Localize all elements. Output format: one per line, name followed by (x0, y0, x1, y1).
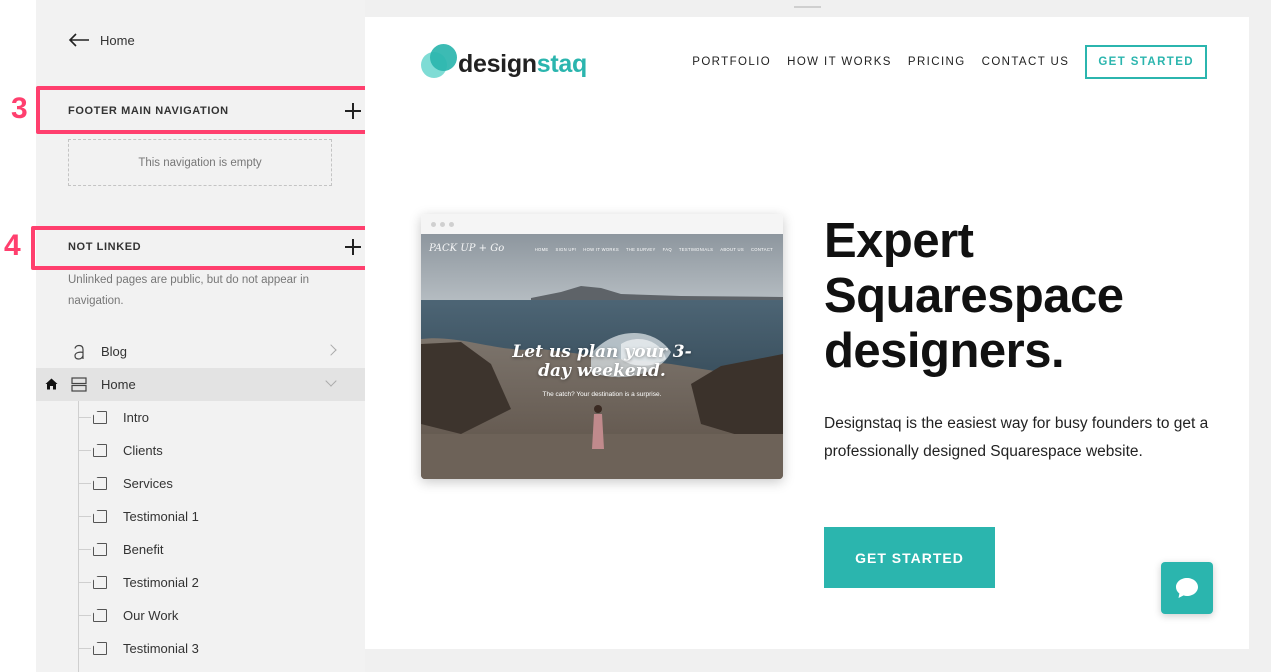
preview-drag-handle[interactable] (794, 6, 821, 8)
page-icon (93, 444, 107, 457)
chevron-right-icon (325, 344, 337, 356)
tree-branch (79, 615, 91, 616)
subpage-item[interactable]: Testimonial 2 (36, 566, 365, 599)
arrow-left-icon (68, 33, 89, 47)
nav-link-pricing[interactable]: PRICING (908, 56, 966, 68)
page-item-blog[interactable]: Blog (36, 335, 365, 368)
hero-description: Designstaq is the easiest way for busy f… (824, 415, 1209, 460)
tree-branch (79, 417, 91, 418)
chat-bubble-icon (1176, 578, 1198, 598)
subpage-label: Benefit (123, 542, 164, 557)
page-icon (93, 477, 107, 490)
subpage-label: Testimonial 2 (123, 575, 199, 590)
callout-number: 3 (11, 92, 28, 125)
subpage-item[interactable]: Benefit (36, 533, 365, 566)
chat-widget-button[interactable] (1161, 562, 1213, 614)
subpage-label: Clients (123, 443, 163, 458)
empty-navigation-placeholder: This navigation is empty (68, 139, 332, 186)
footer-navigation-highlight (36, 86, 372, 134)
subpage-label: Intro (123, 410, 150, 425)
callout-number: 4 (4, 229, 21, 262)
page-icon (93, 576, 107, 589)
blog-icon (74, 344, 84, 360)
screenshot-nav: HOME SIGN UP! HOW IT WORKS THE SURVEY FA… (534, 247, 773, 252)
screenshot-brand: PACK UP + Go (429, 243, 505, 254)
page-icon (93, 510, 107, 523)
site-logo[interactable]: designstaq (421, 44, 587, 80)
logo-mark-icon (421, 44, 459, 80)
subpage-item[interactable]: Services (36, 467, 365, 500)
screenshot-headline: Let us plan your 3- day weekend. (512, 342, 692, 381)
subpage-label: Testimonial 1 (123, 509, 199, 524)
tree-branch (79, 450, 91, 451)
subpage-item[interactable]: Clients (36, 434, 365, 467)
tree-branch (79, 549, 91, 550)
portfolio-screenshot: PACK UP + Go HOME SIGN UP! HOW IT WORKS … (421, 214, 783, 479)
tree-branch (79, 648, 91, 649)
index-page-icon (71, 377, 87, 392)
beach-photo: PACK UP + Go HOME SIGN UP! HOW IT WORKS … (421, 234, 783, 479)
nav-get-started-button[interactable]: GET STARTED (1085, 45, 1207, 79)
subpage-item[interactable]: Intro (36, 401, 365, 434)
screenshot-subline: The catch? Your destination is a surpris… (542, 391, 662, 398)
subpage-item[interactable]: Our Work (36, 599, 365, 632)
page-label: Home (101, 377, 136, 392)
page-label: Blog (101, 344, 128, 359)
page-item-home[interactable]: Home (36, 368, 365, 401)
subpage-item[interactable]: Testimonial 3 (36, 632, 365, 665)
page-icon (93, 642, 107, 655)
logo-wordmark: designstaq (458, 49, 587, 78)
site-navigation: PORTFOLIO HOW IT WORKS PRICING CONTACT U… (676, 45, 1207, 79)
tree-branch (79, 483, 91, 484)
back-to-home-link[interactable]: Home (68, 28, 135, 52)
browser-chrome-bar (421, 214, 783, 234)
site-preview: designstaq PORTFOLIO HOW IT WORKS PRICIN… (365, 17, 1249, 649)
tree-branch (79, 582, 91, 583)
chevron-down-icon (325, 375, 337, 387)
subpage-label: Testimonial 3 (123, 641, 199, 656)
page-icon (93, 609, 107, 622)
not-linked-description: Unlinked pages are public, but do not ap… (68, 274, 310, 307)
page-icon (93, 543, 107, 556)
tree-branch (79, 516, 91, 517)
subpage-item[interactable]: Testimonial 1 (36, 500, 365, 533)
nav-link-portfolio[interactable]: PORTFOLIO (692, 56, 771, 68)
not-linked-highlight (31, 226, 374, 270)
homepage-house-icon (45, 378, 58, 390)
subpage-label: Our Work (123, 608, 179, 623)
page-icon (93, 411, 107, 424)
subpage-label: Services (123, 476, 173, 491)
nav-link-contact-us[interactable]: CONTACT US (982, 56, 1070, 68)
hero-title: Expert Squarespace designers. (824, 214, 1124, 378)
nav-link-how-it-works[interactable]: HOW IT WORKS (787, 56, 892, 68)
back-label: Home (100, 32, 135, 48)
hero-get-started-button[interactable]: GET STARTED (824, 527, 995, 588)
